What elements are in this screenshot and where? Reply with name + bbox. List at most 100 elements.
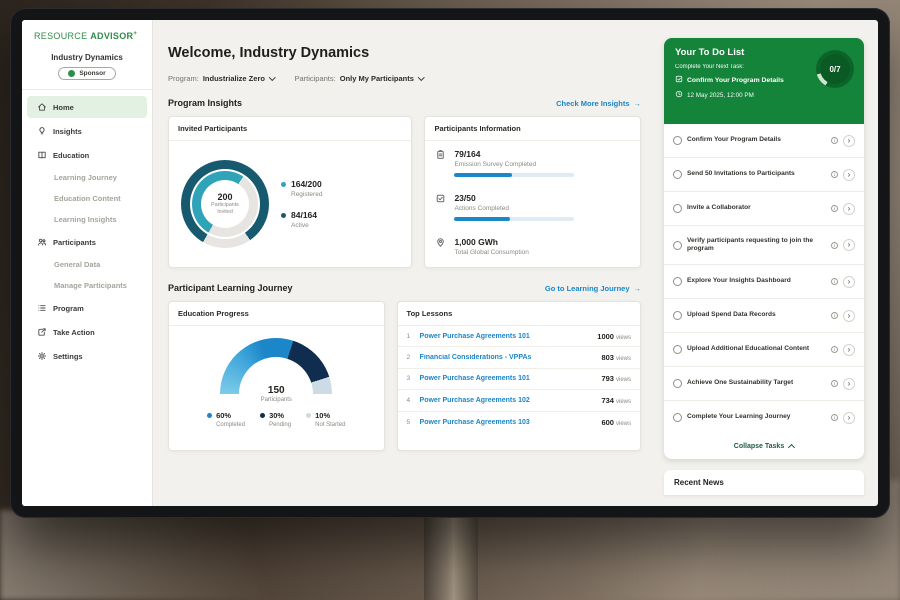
task-list: Confirm Your Program Details i › Send 50…	[664, 124, 864, 434]
task-checkbox[interactable]	[673, 311, 682, 320]
go-to-learning-journey-link[interactable]: Go to Learning Journey →	[545, 284, 641, 293]
program-filter-label: Program:	[168, 74, 199, 83]
task-item[interactable]: Complete Your Learning Journey i ›	[664, 401, 864, 434]
chevron-down-icon	[269, 74, 275, 80]
lesson-row: 1 Power Purchase Agreements 101 1000view…	[398, 326, 640, 347]
task-checkbox[interactable]	[673, 170, 682, 179]
chevron-right-button[interactable]: ›	[843, 378, 855, 390]
sidebar-item-manage-participants[interactable]: Manage Participants	[27, 276, 147, 295]
info-icon[interactable]: i	[831, 380, 838, 387]
participants-filter[interactable]: Participants: Only My Participants	[294, 74, 423, 83]
chevron-right-button[interactable]: ›	[843, 169, 855, 181]
task-checkbox[interactable]	[673, 413, 682, 422]
chevron-right-button[interactable]: ›	[843, 239, 855, 251]
lesson-views: 803	[601, 353, 614, 362]
sidebar-item-program[interactable]: Program	[27, 297, 147, 319]
task-checkbox[interactable]	[673, 204, 682, 213]
lesson-link[interactable]: Power Purchase Agreements 103	[420, 419, 595, 426]
legend-value: 60%	[216, 411, 231, 420]
task-item[interactable]: Achieve One Sustainability Target i ›	[664, 367, 864, 401]
sidebar-item-label: Program	[53, 304, 84, 313]
sidebar-item-education[interactable]: Education	[27, 144, 147, 166]
todo-panel: Your To Do List Complete Your Next Task:…	[656, 20, 878, 506]
todo-header: Your To Do List Complete Your Next Task:…	[664, 38, 864, 124]
task-item[interactable]: Send 50 Invitations to Participants i ›	[664, 158, 864, 192]
info-icon[interactable]: i	[831, 312, 838, 319]
task-item[interactable]: Upload Spend Data Records i ›	[664, 299, 864, 333]
stat-global-consumption: 1,000 GWh Total Global Consumption	[425, 229, 640, 269]
sidebar-item-insights[interactable]: Insights	[27, 120, 147, 142]
arrow-right-icon: →	[634, 99, 642, 108]
chevron-right-button[interactable]: ›	[843, 412, 855, 424]
task-checkbox[interactable]	[673, 277, 682, 286]
sidebar-item-education-content[interactable]: Education Content	[27, 189, 147, 208]
sidebar-item-learning-journey[interactable]: Learning Journey	[27, 168, 147, 187]
legend-completed: 60% Completed	[207, 411, 245, 428]
chevron-right-button[interactable]: ›	[843, 310, 855, 322]
info-icon[interactable]: i	[831, 137, 838, 144]
task-checkbox[interactable]	[673, 345, 682, 354]
sidebar-item-home[interactable]: Home	[27, 96, 147, 118]
lesson-row: 2 Financial Considerations - VPPAs 803vi…	[398, 347, 640, 368]
task-label: Send 50 Invitations to Participants	[687, 170, 826, 179]
chevron-right-button[interactable]: ›	[843, 135, 855, 147]
sidebar-item-participants[interactable]: Participants	[27, 231, 147, 253]
section-title: Program Insights	[168, 98, 242, 108]
chevron-right-button[interactable]: ›	[843, 203, 855, 215]
legend-label: Pending	[269, 422, 291, 428]
legend-value: 10%	[315, 411, 330, 420]
participants-information-card: Participants Information 79/164 Emission…	[424, 116, 641, 268]
legend-value: 30%	[269, 411, 284, 420]
info-icon[interactable]: i	[831, 346, 838, 353]
task-checkbox[interactable]	[673, 136, 682, 145]
sponsor-badge[interactable]: Sponsor	[58, 67, 115, 80]
learning-journey-header: Participant Learning Journey Go to Learn…	[168, 283, 641, 293]
program-insights-header: Program Insights Check More Insights →	[168, 98, 641, 108]
task-item[interactable]: Confirm Your Program Details i ›	[664, 124, 864, 158]
info-icon[interactable]: i	[831, 414, 838, 421]
sidebar-item-label: Manage Participants	[54, 281, 127, 290]
collapse-tasks-button[interactable]: Collapse Tasks	[664, 434, 864, 459]
info-icon[interactable]: i	[831, 171, 838, 178]
chevron-right-button[interactable]: ›	[843, 276, 855, 288]
task-item[interactable]: Upload Additional Educational Content i …	[664, 333, 864, 367]
clock-icon	[675, 90, 683, 100]
lesson-link[interactable]: Power Purchase Agreements 101	[420, 375, 595, 382]
lesson-row: 3 Power Purchase Agreements 101 793views	[398, 369, 640, 390]
lesson-link[interactable]: Financial Considerations - VPPAs	[420, 354, 595, 361]
education-progress-gauge-chart: 150 Participants	[220, 338, 332, 394]
sidebar-item-label: Learning Journey	[54, 173, 117, 182]
chevron-right-button[interactable]: ›	[843, 344, 855, 356]
lesson-rank: 2	[407, 354, 413, 361]
education-progress-card: Education Progress 150 Participants 60% …	[168, 301, 385, 451]
sponsor-label: Sponsor	[79, 70, 105, 77]
lesson-views: 600	[601, 418, 614, 427]
legend-value: 84/164	[291, 210, 317, 220]
sidebar-item-learning-insights[interactable]: Learning Insights	[27, 210, 147, 229]
info-icon[interactable]: i	[831, 242, 838, 249]
lesson-link[interactable]: Power Purchase Agreements 101	[420, 333, 591, 340]
sidebar-item-general-data[interactable]: General Data	[27, 255, 147, 274]
info-icon[interactable]: i	[831, 205, 838, 212]
views-suffix: views	[616, 335, 631, 341]
due-label: 12 May 2025, 12:00 PM	[687, 92, 754, 99]
lesson-link[interactable]: Power Purchase Agreements 102	[420, 397, 595, 404]
task-checkbox[interactable]	[673, 241, 682, 250]
task-checkbox[interactable]	[673, 379, 682, 388]
legend-dot	[281, 182, 286, 187]
monitor-stand	[424, 514, 478, 600]
info-icon[interactable]: i	[831, 278, 838, 285]
lightbulb-icon	[37, 126, 47, 136]
logo-word-resource: RESOURCE	[34, 31, 87, 41]
check-more-insights-link[interactable]: Check More Insights →	[556, 99, 641, 108]
stat-label: Actions Completed	[454, 205, 574, 212]
lesson-views: 734	[601, 396, 614, 405]
sidebar-item-take-action[interactable]: Take Action	[27, 321, 147, 343]
task-item[interactable]: Invite a Collaborator i ›	[664, 192, 864, 226]
sidebar-item-settings[interactable]: Settings	[27, 345, 147, 367]
home-icon	[37, 102, 47, 112]
task-item[interactable]: Explore Your Insights Dashboard i ›	[664, 265, 864, 299]
program-filter[interactable]: Program: Industrialize Zero	[168, 74, 274, 83]
logo-plus: +	[133, 31, 137, 37]
task-item[interactable]: Verify participants requesting to join t…	[664, 226, 864, 265]
